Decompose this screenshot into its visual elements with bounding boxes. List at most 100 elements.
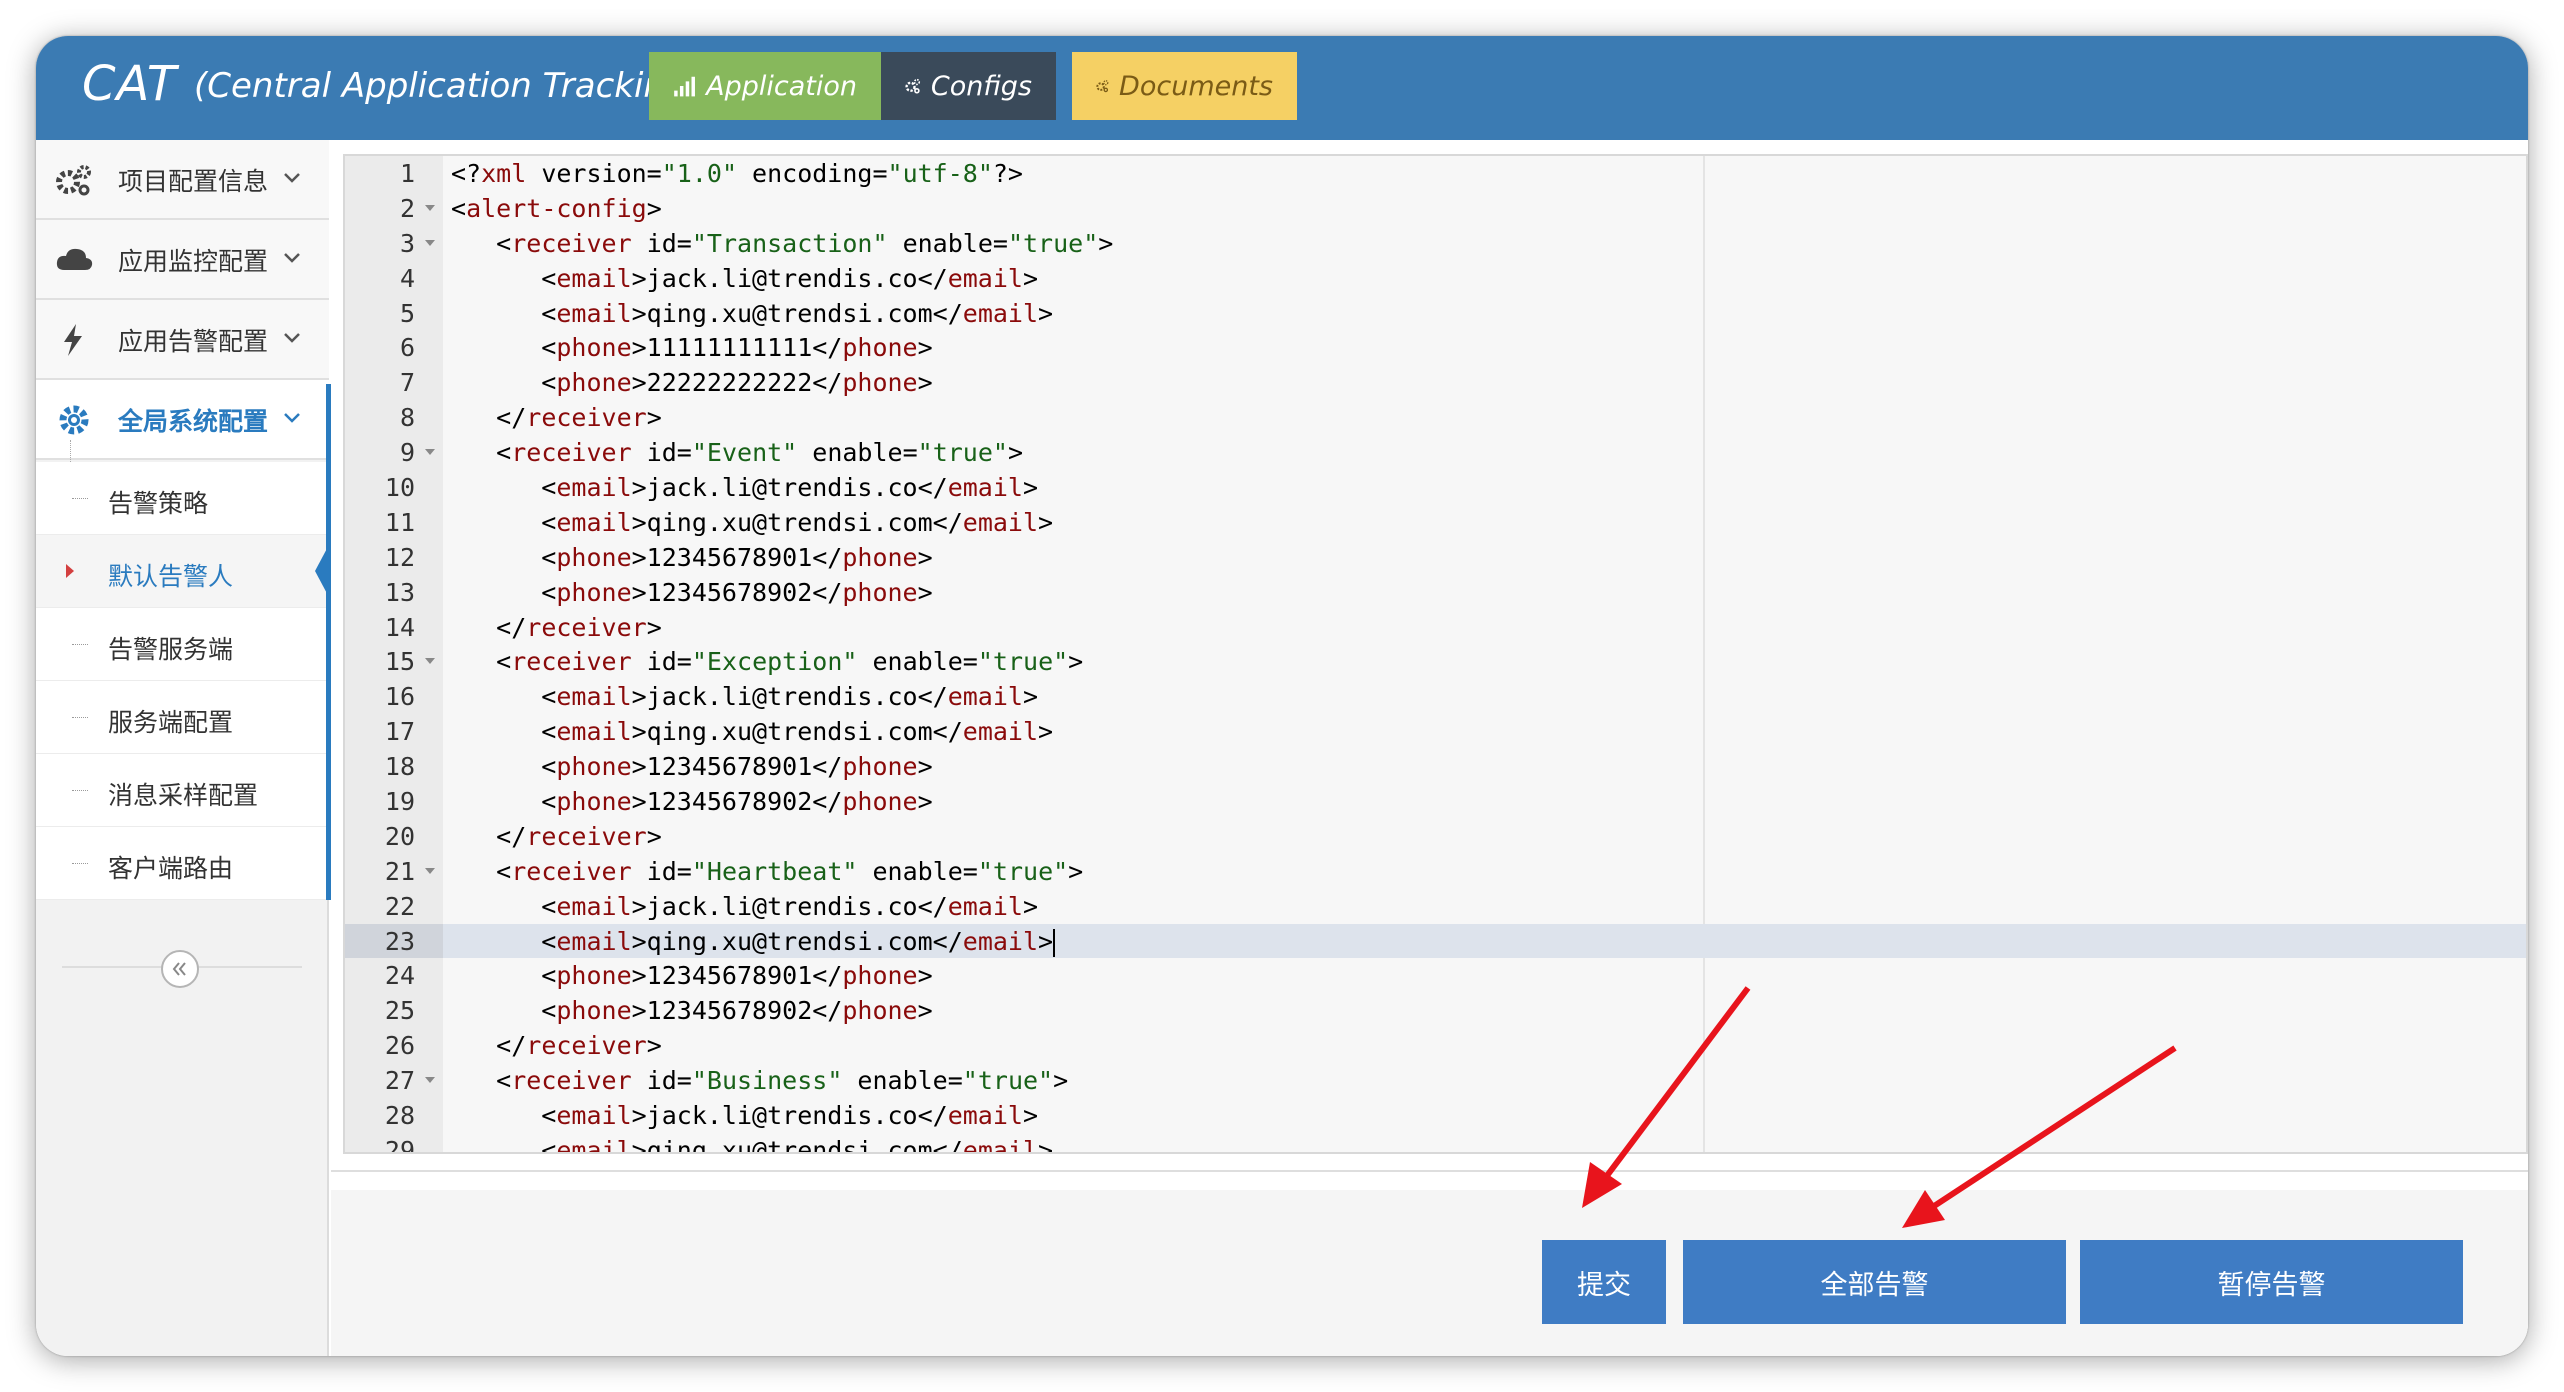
- code-line[interactable]: 4 <email>jack.li@trendis.co</email>: [345, 261, 2526, 296]
- submenu-item-label: 客户端路由: [108, 854, 234, 883]
- code-text: <email>qing.xu@trendsi.com</email>: [451, 1135, 1054, 1154]
- code-text: <receiver id="Heartbeat" enable="true">: [451, 856, 1084, 886]
- line-number: 2: [345, 191, 443, 226]
- code-text: <phone>12345678901</phone>: [451, 752, 933, 782]
- code-line[interactable]: 15 <receiver id="Exception" enable="true…: [345, 644, 2526, 679]
- code-text: <email>qing.xu@trendsi.com</email>: [451, 298, 1054, 328]
- code-line[interactable]: 11 <email>qing.xu@trendsi.com</email>: [345, 505, 2526, 540]
- line-number: 20: [384, 821, 415, 851]
- code-text: <phone>12345678902</phone>: [451, 577, 933, 607]
- code-line[interactable]: 13 <phone>12345678902</phone>: [345, 575, 2526, 610]
- code-line[interactable]: 5 <email>qing.xu@trendsi.com</email>: [345, 296, 2526, 331]
- code-text: </receiver>: [451, 403, 662, 433]
- sidebar-item-global-config[interactable]: 全局系统配置: [36, 380, 329, 460]
- line-number: 22: [384, 891, 415, 921]
- sidebar-item-app-alert[interactable]: 应用告警配置: [36, 300, 329, 380]
- submenu-item-default-receivers[interactable]: 默认告警人: [36, 535, 331, 608]
- xml-code-editor[interactable]: 1 <?xml version="1.0" encoding="utf-8"?> 2…: [343, 154, 2528, 1154]
- code-text: <email>jack.li@trendis.co</email>: [451, 1101, 1039, 1131]
- nav-documents-label: Documents: [1119, 70, 1273, 102]
- code-line[interactable]: 16 <email>jack.li@trendis.co</email>: [345, 679, 2526, 714]
- brand-subtitle: (Central Application Tracking): [194, 66, 700, 106]
- code-text: <email>qing.xu@trendsi.com</email>: [451, 926, 1056, 957]
- sidebar-item-app-monitor[interactable]: 应用监控配置: [36, 220, 329, 300]
- code-line[interactable]: 2 <alert-config>: [345, 191, 2526, 226]
- alert-all-button[interactable]: 全部告警: [1683, 1240, 2066, 1324]
- line-number: 10: [384, 473, 415, 503]
- line-number: 6: [399, 333, 415, 363]
- bar-chart-icon: [674, 76, 695, 97]
- submit-button[interactable]: 提交: [1542, 1240, 1666, 1324]
- nav-configs-button[interactable]: Configs: [881, 52, 1056, 120]
- code-line[interactable]: 8 </receiver>: [345, 400, 2526, 435]
- code-line[interactable]: 10 <email>jack.li@trendis.co</email>: [345, 470, 2526, 505]
- fold-toggle-icon[interactable]: [425, 204, 435, 211]
- line-number: 24: [384, 961, 415, 991]
- nav-application-button[interactable]: Application: [649, 52, 881, 120]
- chevron-down-icon: [284, 413, 300, 423]
- code-line[interactable]: 21 <receiver id="Heartbeat" enable="true…: [345, 854, 2526, 889]
- line-number: 8: [399, 403, 415, 433]
- code-line[interactable]: 18 <phone>12345678901</phone>: [345, 749, 2526, 784]
- line-number: 13: [384, 577, 415, 607]
- sidebar-collapse-button[interactable]: [161, 950, 199, 988]
- code-line[interactable]: 9 <receiver id="Event" enable="true">: [345, 435, 2526, 470]
- cloud-icon: [56, 248, 93, 270]
- code-line[interactable]: 14 </receiver>: [345, 610, 2526, 645]
- code-line[interactable]: 3 <receiver id="Transaction" enable="tru…: [345, 226, 2526, 261]
- brand-logo[interactable]: CAT: [82, 56, 177, 112]
- submenu-item-label: 告警服务端: [108, 635, 234, 664]
- code-line[interactable]: 27 <receiver id="Business" enable="true"…: [345, 1063, 2526, 1098]
- code-text: </receiver>: [451, 1031, 662, 1061]
- code-line[interactable]: 1 <?xml version="1.0" encoding="utf-8"?>: [345, 156, 2526, 191]
- sidebar-item-project-config[interactable]: 项目配置信息: [36, 140, 329, 220]
- sidebar: 项目配置信息 应用监控配置 应用告警配置 全局系统配置 告警策略 默认告警人 告…: [36, 140, 331, 1356]
- code-line[interactable]: 6 <phone>11111111111</phone>: [345, 330, 2526, 365]
- code-line[interactable]: 20 </receiver>: [345, 819, 2526, 854]
- line-number: 5: [399, 298, 415, 328]
- submenu-item-sampling-config[interactable]: 消息采样配置: [36, 754, 329, 827]
- line-number: 12: [384, 542, 415, 572]
- code-line[interactable]: 24 <phone>12345678901</phone>: [345, 958, 2526, 993]
- line-number: 29: [384, 1135, 415, 1154]
- code-text: <phone>12345678901</phone>: [451, 542, 933, 572]
- line-number: 26: [384, 1031, 415, 1061]
- code-line[interactable]: 17 <email>qing.xu@trendsi.com</email>: [345, 714, 2526, 749]
- code-line[interactable]: 23 <email>qing.xu@trendsi.com</email>: [345, 923, 2526, 959]
- nav-configs-label: Configs: [930, 70, 1032, 102]
- code-line[interactable]: 29 <email>qing.xu@trendsi.com</email>: [345, 1133, 2526, 1154]
- pause-alert-button[interactable]: 暂停告警: [2080, 1240, 2463, 1324]
- line-number: 27: [345, 1063, 443, 1098]
- code-line[interactable]: 19 <phone>12345678902</phone>: [345, 784, 2526, 819]
- code-text: <email>jack.li@trendis.co</email>: [451, 891, 1039, 921]
- fold-toggle-icon[interactable]: [425, 867, 435, 874]
- fold-toggle-icon[interactable]: [425, 658, 435, 665]
- line-number: 1: [399, 159, 415, 188]
- code-text: <receiver id="Transaction" enable="true"…: [451, 228, 1114, 258]
- fold-toggle-icon[interactable]: [425, 239, 435, 246]
- code-line[interactable]: 25 <phone>12345678902</phone>: [345, 993, 2526, 1028]
- nav-documents-button[interactable]: Documents: [1072, 52, 1297, 120]
- submenu-item-server-config[interactable]: 服务端配置: [36, 681, 329, 754]
- line-number: 21: [345, 854, 443, 889]
- code-line[interactable]: 28 <email>jack.li@trendis.co</email>: [345, 1098, 2526, 1133]
- line-number: 23: [345, 923, 443, 959]
- submenu-item-label: 告警策略: [108, 489, 209, 518]
- code-lines[interactable]: 1 <?xml version="1.0" encoding="utf-8"?> 2…: [345, 156, 2526, 1154]
- code-line[interactable]: 7 <phone>22222222222</phone>: [345, 365, 2526, 400]
- submenu-item-client-router[interactable]: 客户端路由: [36, 827, 329, 900]
- code-text: </receiver>: [451, 821, 662, 851]
- code-text: <email>jack.li@trendis.co</email>: [451, 263, 1039, 293]
- code-line[interactable]: 22 <email>jack.li@trendis.co</email>: [345, 889, 2526, 924]
- fold-toggle-icon[interactable]: [425, 1077, 435, 1084]
- code-line[interactable]: 26 </receiver>: [345, 1028, 2526, 1063]
- sidebar-item-label: 应用告警配置: [118, 327, 269, 356]
- line-number: 28: [384, 1101, 415, 1131]
- sidebar-item-label: 全局系统配置: [118, 407, 269, 436]
- fold-toggle-icon[interactable]: [425, 449, 435, 456]
- text-cursor: [1053, 928, 1056, 957]
- submenu-item-alert-server[interactable]: 告警服务端: [36, 608, 329, 681]
- code-line[interactable]: 12 <phone>12345678901</phone>: [345, 540, 2526, 575]
- line-number: 11: [384, 507, 415, 537]
- submenu-item-alert-policy[interactable]: 告警策略: [36, 462, 329, 535]
